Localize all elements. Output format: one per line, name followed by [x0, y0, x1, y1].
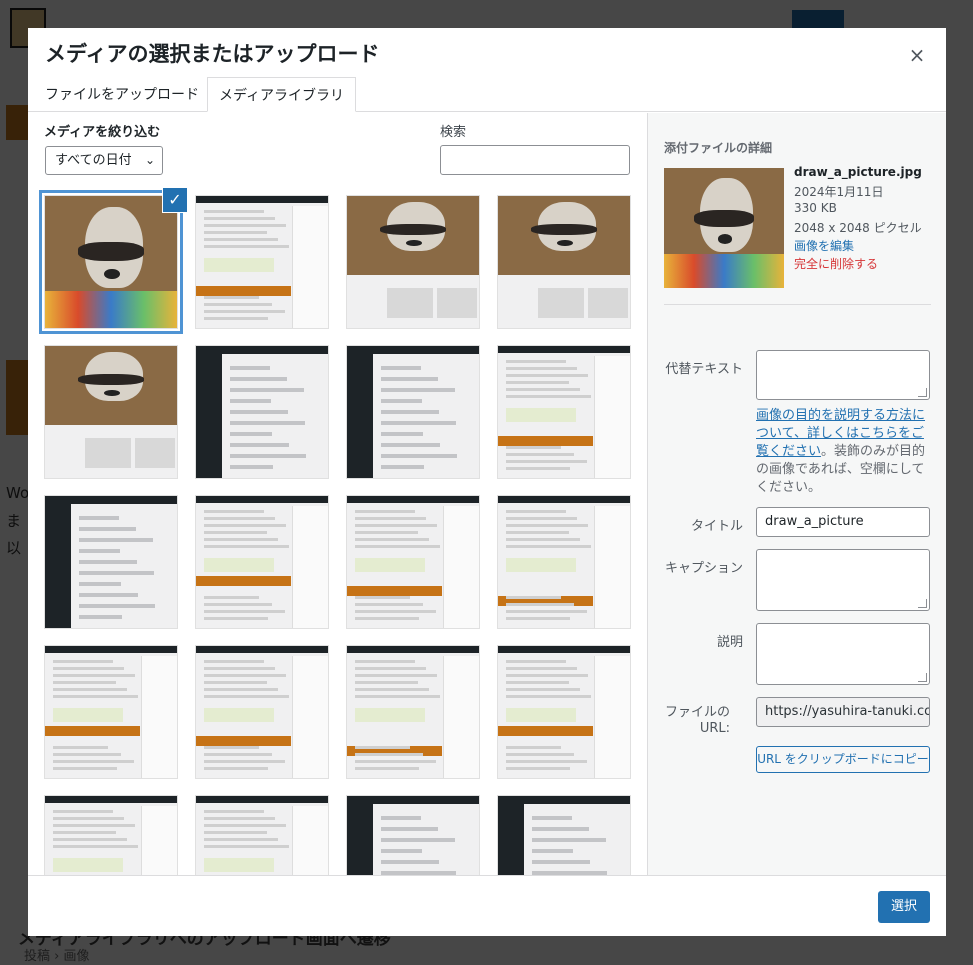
media-thumbnail[interactable] [195, 645, 329, 779]
check-icon[interactable]: ✓ [162, 187, 188, 213]
media-thumbnail[interactable] [195, 195, 329, 329]
attachment-thumbnail [664, 168, 784, 288]
chevron-down-icon: ⌄ [144, 153, 155, 167]
alt-text-label: 代替テキスト [665, 362, 743, 377]
attachment-date: 2024年1月11日 [794, 185, 884, 199]
date-filter-select[interactable]: すべての日付 ⌄ [45, 146, 163, 175]
search-label: 検索 [440, 125, 467, 140]
breadcrumb-item[interactable]: 画像 [64, 949, 90, 964]
title-field[interactable]: draw_a_picture [756, 507, 930, 537]
tab-media-library[interactable]: メディアライブラリ [207, 77, 357, 112]
divider [664, 304, 931, 305]
alt-text-help: 画像の目的を説明する方法について、詳しくはこちらをご覧ください。装飾のみが目的の… [756, 407, 932, 497]
caption-label: キャプション [664, 561, 743, 576]
tab-upload-files[interactable]: ファイルをアップロード [34, 77, 210, 112]
breadcrumb-item[interactable]: 投稿 [24, 949, 50, 964]
media-thumbnail[interactable] [497, 645, 631, 779]
media-tabs: ファイルをアップロード メディアライブラリ [28, 77, 946, 112]
attachment-dimensions: 2048 x 2048 ピクセル [794, 221, 922, 235]
media-thumbnail[interactable] [497, 495, 631, 629]
attachment-details: 添付ファイルの詳細 draw_a_picture.jpg 2024年1月11日 … [647, 113, 946, 875]
edit-image-link[interactable]: 画像を編集 [794, 237, 854, 254]
media-thumbnail[interactable] [195, 495, 329, 629]
filter-label: メディアを絞り込む [44, 125, 161, 140]
media-thumbnail[interactable] [195, 345, 329, 479]
media-thumbnail[interactable] [44, 495, 178, 629]
select-button[interactable]: 選択 [878, 891, 930, 923]
media-thumbnail[interactable] [497, 345, 631, 479]
delete-permanently-link[interactable]: 完全に削除する [794, 255, 878, 272]
modal-title: メディアの選択またはアップロード [45, 42, 380, 66]
media-thumbnail[interactable] [497, 195, 631, 329]
breadcrumb: 投稿 › 画像 [24, 945, 90, 964]
media-thumbnail[interactable] [346, 345, 480, 479]
title-label: タイトル [690, 519, 743, 534]
close-icon[interactable]: × [902, 40, 932, 70]
details-title: 添付ファイルの詳細 [664, 141, 773, 155]
file-url-label: ファイルの URL: [664, 705, 730, 736]
media-thumbnail[interactable] [44, 195, 178, 329]
media-thumbnail[interactable] [346, 195, 480, 329]
search-input[interactable] [440, 145, 630, 175]
date-filter-value: すべての日付 [55, 153, 132, 168]
alt-text-field[interactable] [756, 350, 930, 400]
media-modal: メディアの選択またはアップロード × ファイルをアップロード メディアライブラリ… [28, 28, 946, 936]
attachment-size: 330 KB [794, 201, 837, 215]
media-thumbnail[interactable] [44, 345, 178, 479]
chevron-right-icon: › [54, 949, 64, 964]
media-thumbnail[interactable] [346, 495, 480, 629]
media-thumbnail[interactable] [44, 645, 178, 779]
attachment-filename: draw_a_picture.jpg [794, 165, 922, 179]
media-grid: ✓ [42, 187, 632, 875]
file-url-field[interactable]: https://yasuhira-tanuki.com [756, 697, 930, 727]
media-thumbnail[interactable] [346, 645, 480, 779]
description-label: 説明 [716, 635, 743, 650]
copy-url-button[interactable]: URL をクリップボードにコピー [756, 746, 930, 773]
modal-footer: 選択 [28, 875, 946, 936]
description-field[interactable] [756, 623, 930, 685]
caption-field[interactable] [756, 549, 930, 611]
